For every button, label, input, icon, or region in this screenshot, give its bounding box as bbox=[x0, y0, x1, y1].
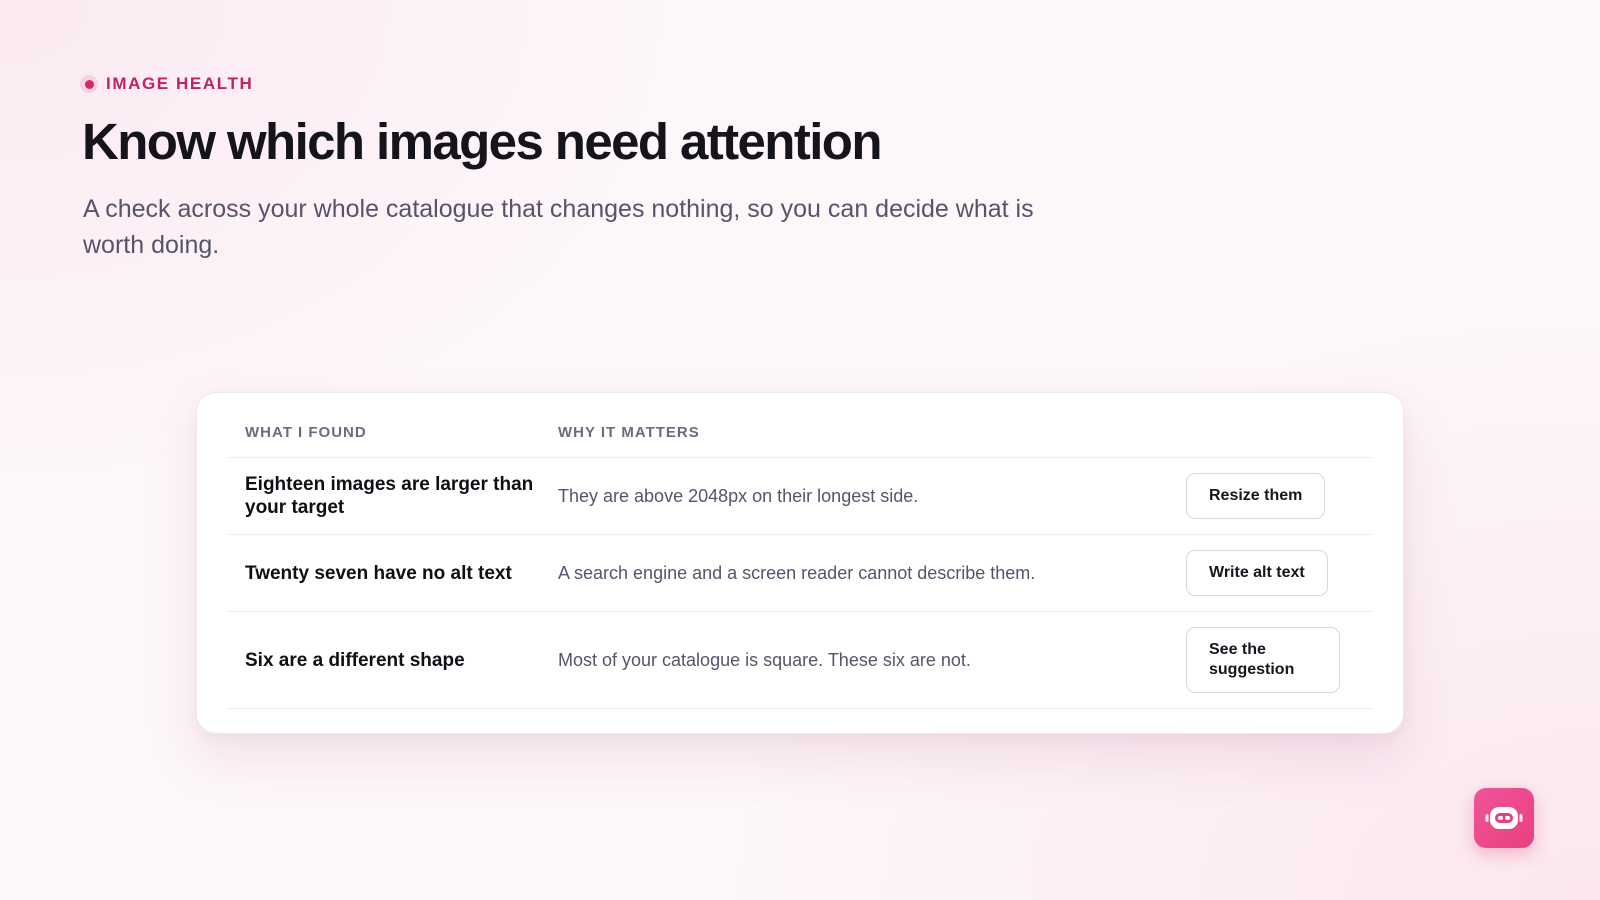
robot-icon bbox=[1485, 807, 1523, 829]
finding-text: Eighteen images are larger than your tar… bbox=[245, 474, 534, 518]
section-eyebrow: IMAGE HEALTH bbox=[80, 74, 253, 94]
why-text: They are above 2048px on their longest s… bbox=[558, 486, 919, 506]
table-row: Twenty seven have no alt text A search e… bbox=[227, 535, 1373, 612]
column-header-found: WHAT I FOUND bbox=[245, 424, 367, 441]
table-row: Six are a different shape Most of your c… bbox=[227, 612, 1373, 709]
column-header-why: WHY IT MATTERS bbox=[558, 424, 700, 441]
status-dot-icon bbox=[80, 75, 98, 93]
findings-card: WHAT I FOUND WHY IT MATTERS Eighteen ima… bbox=[196, 392, 1404, 734]
see-suggestion-button[interactable]: See the suggestion bbox=[1186, 627, 1340, 693]
assistant-button[interactable] bbox=[1474, 788, 1534, 848]
finding-text: Six are a different shape bbox=[245, 649, 465, 671]
page-subtitle: A check across your whole catalogue that… bbox=[83, 195, 1034, 259]
finding-text: Twenty seven have no alt text bbox=[245, 562, 512, 584]
table-header: WHAT I FOUND WHY IT MATTERS bbox=[227, 393, 1373, 458]
page-title: Know which images need attention bbox=[82, 113, 883, 170]
write-alt-text-button[interactable]: Write alt text bbox=[1186, 550, 1328, 596]
why-text: Most of your catalogue is square. These … bbox=[558, 650, 971, 670]
resize-button[interactable]: Resize them bbox=[1186, 473, 1326, 519]
why-text: A search engine and a screen reader cann… bbox=[558, 563, 1036, 583]
table-row: Eighteen images are larger than your tar… bbox=[227, 458, 1373, 535]
eyebrow-label: IMAGE HEALTH bbox=[106, 74, 254, 93]
